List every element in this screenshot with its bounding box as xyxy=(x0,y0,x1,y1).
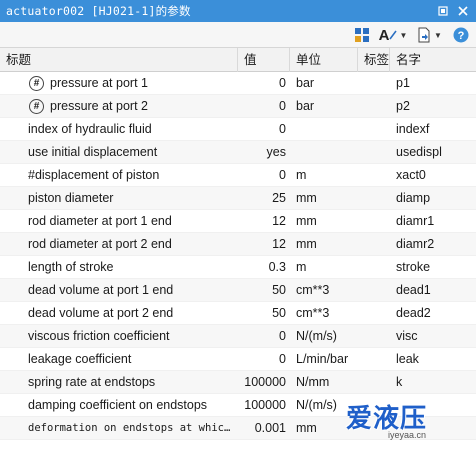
window-title: actuator002 [HJ021-1]的参数 xyxy=(6,4,191,18)
param-label: use initial displacement xyxy=(28,145,158,159)
column-header-tag[interactable]: 标签 xyxy=(358,48,390,72)
param-label: rod diameter at port 1 end xyxy=(28,214,172,228)
param-name: dead1 xyxy=(396,283,431,297)
table-header: 标题 值 单位 标签 名字 xyxy=(0,48,476,72)
table-row[interactable]: dead volume at port 1 end 50 cm**3 dead1 xyxy=(0,279,476,302)
parameter-view-icon[interactable] xyxy=(352,25,372,45)
table-row[interactable]: piston diameter 25 mm diamp xyxy=(0,187,476,210)
toolbar: A ▼ ▼ ? xyxy=(0,22,476,48)
param-name: xact0 xyxy=(396,168,426,182)
param-value[interactable]: 25 xyxy=(238,187,286,210)
param-value[interactable]: 12 xyxy=(238,233,286,256)
chevron-down-icon: ▼ xyxy=(399,30,408,40)
table-row[interactable]: rod diameter at port 2 end 12 mm diamr2 xyxy=(0,233,476,256)
param-unit: mm xyxy=(296,191,317,205)
param-label: pressure at port 2 xyxy=(50,99,148,113)
param-unit: cm**3 xyxy=(296,306,330,320)
param-unit: mm xyxy=(296,214,317,228)
param-unit: bar xyxy=(296,76,315,90)
param-label: length of stroke xyxy=(28,260,114,274)
param-value[interactable]: 0 xyxy=(238,72,286,95)
hash-icon: # xyxy=(29,76,44,91)
table-row[interactable]: leakage coefficient 0 L/min/bar leak xyxy=(0,348,476,371)
param-label: damping coefficient on endstops xyxy=(28,398,208,412)
param-unit xyxy=(296,118,360,141)
param-label: #displacement of piston xyxy=(28,168,160,182)
param-unit xyxy=(296,141,360,164)
param-name: diamp xyxy=(396,191,431,205)
table-row[interactable]: length of stroke 0.3 m stroke xyxy=(0,256,476,279)
param-unit: N/(m/s) xyxy=(296,329,337,343)
param-label: index of hydraulic fluid xyxy=(28,122,152,136)
param-label: rod diameter at port 2 end xyxy=(28,237,172,251)
param-value[interactable]: 0 xyxy=(238,95,286,118)
param-value[interactable]: 0 xyxy=(238,348,286,371)
param-name: diamr2 xyxy=(396,237,435,251)
chevron-down-icon: ▼ xyxy=(434,30,442,40)
param-unit: N/mm xyxy=(296,375,330,389)
param-name: indexf xyxy=(396,122,430,136)
param-value[interactable]: 0 xyxy=(238,325,286,348)
table-row[interactable]: viscous friction coefficient 0 N/(m/s) visc xyxy=(0,325,476,348)
param-label: pressure at port 1 xyxy=(50,76,148,90)
param-label: deformation on endstops at whic… xyxy=(28,422,231,434)
param-label: viscous friction coefficient xyxy=(28,329,170,343)
column-header-name[interactable]: 名字 xyxy=(390,48,476,72)
param-name: k xyxy=(396,375,403,389)
help-icon[interactable]: ? xyxy=(450,25,472,45)
table-row[interactable]: index of hydraulic fluid 0 indexf xyxy=(0,118,476,141)
export-settings-icon[interactable]: ▼ xyxy=(414,25,444,45)
param-value[interactable]: 12 xyxy=(238,210,286,233)
param-name: stroke xyxy=(396,260,431,274)
table-row[interactable]: use initial displacement yes usedispl xyxy=(0,141,476,164)
param-unit: m xyxy=(296,260,307,274)
param-unit: L/min/bar xyxy=(296,352,349,366)
param-value[interactable]: 0 xyxy=(238,164,286,187)
column-header-value[interactable]: 值 xyxy=(238,48,290,72)
param-value[interactable]: 50 xyxy=(238,279,286,302)
param-name: diamr1 xyxy=(396,214,435,228)
param-value[interactable]: 0.3 xyxy=(238,256,286,279)
table-row[interactable]: dead volume at port 2 end 50 cm**3 dead2 xyxy=(0,302,476,325)
table-row[interactable]: rod diameter at port 1 end 12 mm diamr1 xyxy=(0,210,476,233)
watermark: 爱液压 iyeyaa.cn xyxy=(338,398,462,444)
table-row[interactable]: #displacement of piston 0 m xact0 xyxy=(0,164,476,187)
param-name: p2 xyxy=(396,99,410,113)
param-value[interactable]: 100000 xyxy=(238,371,286,394)
param-value[interactable]: yes xyxy=(238,141,286,164)
column-header-label[interactable]: 标题 xyxy=(0,48,238,72)
param-label: spring rate at endstops xyxy=(28,375,156,389)
param-name: p1 xyxy=(396,76,410,90)
param-label: dead volume at port 2 end xyxy=(28,306,174,320)
watermark-sub: iyeyaa.cn xyxy=(388,430,427,440)
param-unit: m xyxy=(296,168,307,182)
param-name: visc xyxy=(396,329,418,343)
param-value[interactable]: 100000 xyxy=(238,394,286,417)
param-name: dead2 xyxy=(396,306,431,320)
table-row[interactable]: # pressure at port 2 0 bar p2 xyxy=(0,95,476,118)
column-header-unit[interactable]: 单位 xyxy=(290,48,358,72)
svg-text:?: ? xyxy=(458,30,465,42)
param-unit: bar xyxy=(296,99,315,113)
font-style-icon[interactable]: A ▼ xyxy=(378,25,408,45)
window-titlebar: actuator002 [HJ021-1]的参数 xyxy=(0,0,476,22)
param-value[interactable]: 0 xyxy=(238,118,286,141)
parameter-table: # pressure at port 1 0 bar p1 # pressure at po… xyxy=(0,72,476,440)
param-name: usedispl xyxy=(396,145,442,159)
param-label: dead volume at port 1 end xyxy=(28,283,174,297)
param-value[interactable]: 50 xyxy=(238,302,286,325)
pin-icon[interactable] xyxy=(436,4,450,18)
param-value[interactable]: 0.001 xyxy=(238,417,286,440)
hash-icon: # xyxy=(29,99,44,114)
param-label: leakage coefficient xyxy=(28,352,132,366)
param-name: leak xyxy=(396,352,419,366)
table-row[interactable]: # pressure at port 1 0 bar p1 xyxy=(0,72,476,95)
param-unit: cm**3 xyxy=(296,283,330,297)
close-icon[interactable] xyxy=(456,4,470,18)
param-label: piston diameter xyxy=(28,191,114,205)
param-unit: mm xyxy=(296,237,317,251)
table-row[interactable]: spring rate at endstops 100000 N/mm k xyxy=(0,371,476,394)
